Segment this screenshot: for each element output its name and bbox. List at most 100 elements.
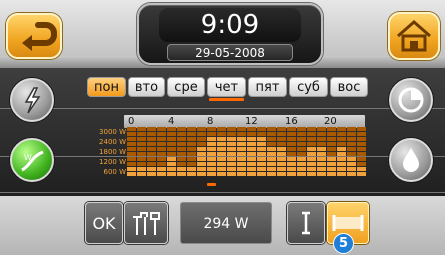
chart-cell[interactable] bbox=[207, 157, 216, 161]
chart-cell[interactable] bbox=[317, 157, 326, 161]
back-button[interactable] bbox=[6, 13, 62, 59]
chart-cell[interactable] bbox=[217, 137, 226, 141]
chart-cell[interactable] bbox=[157, 142, 166, 146]
chart-cell[interactable] bbox=[227, 137, 236, 141]
chart-cell[interactable] bbox=[327, 172, 336, 176]
day-tab-tue[interactable]: вто bbox=[128, 77, 165, 97]
chart-cell[interactable] bbox=[307, 152, 316, 156]
chart-cell[interactable] bbox=[157, 157, 166, 161]
chart-cell[interactable] bbox=[297, 167, 306, 171]
chart-cell[interactable] bbox=[287, 162, 296, 166]
chart-cell[interactable] bbox=[287, 137, 296, 141]
chart-cell[interactable] bbox=[197, 172, 206, 176]
chart-cell[interactable] bbox=[247, 127, 256, 131]
chart-cell[interactable] bbox=[327, 167, 336, 171]
chart-cell[interactable] bbox=[137, 137, 146, 141]
chart-cell[interactable] bbox=[277, 137, 286, 141]
chart-cell[interactable] bbox=[157, 137, 166, 141]
day-tab-fri[interactable]: пят bbox=[248, 77, 287, 97]
chart-cell[interactable] bbox=[357, 147, 366, 151]
chart-cell[interactable] bbox=[227, 157, 236, 161]
chart-cell[interactable] bbox=[187, 142, 196, 146]
chart-cell[interactable] bbox=[217, 142, 226, 146]
chart-cell[interactable] bbox=[217, 167, 226, 171]
chart-cell[interactable] bbox=[287, 132, 296, 136]
chart-cell[interactable] bbox=[257, 127, 266, 131]
chart-cell[interactable] bbox=[207, 142, 216, 146]
chart-cell[interactable] bbox=[187, 162, 196, 166]
chart-cell[interactable] bbox=[297, 127, 306, 131]
chart-cell[interactable] bbox=[327, 152, 336, 156]
chart-cell[interactable] bbox=[147, 137, 156, 141]
chart-cell[interactable] bbox=[297, 162, 306, 166]
chart-cell[interactable] bbox=[327, 132, 336, 136]
chart-cell[interactable] bbox=[307, 132, 316, 136]
chart-cell[interactable] bbox=[227, 127, 236, 131]
chart-cell[interactable] bbox=[167, 147, 176, 151]
chart-cell[interactable] bbox=[147, 162, 156, 166]
chart-cell[interactable] bbox=[207, 162, 216, 166]
chart-cell[interactable] bbox=[127, 137, 136, 141]
chart-cell[interactable] bbox=[137, 172, 146, 176]
chart-cell[interactable] bbox=[307, 172, 316, 176]
chart-cell[interactable] bbox=[297, 152, 306, 156]
chart-cell[interactable] bbox=[137, 152, 146, 156]
chart-cell[interactable] bbox=[167, 167, 176, 171]
chart-cell[interactable] bbox=[217, 157, 226, 161]
chart-cell[interactable] bbox=[327, 147, 336, 151]
chart-cell[interactable] bbox=[297, 147, 306, 151]
chart-cell[interactable] bbox=[217, 172, 226, 176]
chart-cell[interactable] bbox=[227, 172, 236, 176]
chart-cell[interactable] bbox=[237, 127, 246, 131]
chart-cell[interactable] bbox=[167, 142, 176, 146]
chart-cell[interactable] bbox=[317, 167, 326, 171]
chart-cell[interactable] bbox=[197, 142, 206, 146]
chart-cell[interactable] bbox=[127, 132, 136, 136]
chart-cell[interactable] bbox=[267, 162, 276, 166]
power-graph-button[interactable]: W bbox=[10, 138, 54, 182]
chart-cell[interactable] bbox=[207, 152, 216, 156]
chart-cell[interactable] bbox=[187, 127, 196, 131]
chart-cell[interactable] bbox=[317, 127, 326, 131]
chart-cell[interactable] bbox=[247, 152, 256, 156]
chart-cell[interactable] bbox=[287, 127, 296, 131]
chart-cell[interactable] bbox=[257, 172, 266, 176]
chart-cell[interactable] bbox=[237, 167, 246, 171]
chart-cell[interactable] bbox=[267, 132, 276, 136]
chart-cell[interactable] bbox=[307, 142, 316, 146]
chart-cell[interactable] bbox=[187, 167, 196, 171]
chart-cell[interactable] bbox=[337, 132, 346, 136]
chart-cell[interactable] bbox=[267, 152, 276, 156]
chart-cell[interactable] bbox=[167, 152, 176, 156]
chart-cell[interactable] bbox=[157, 147, 166, 151]
chart-cell[interactable] bbox=[177, 167, 186, 171]
chart-cell[interactable] bbox=[207, 147, 216, 151]
chart-cell[interactable] bbox=[217, 162, 226, 166]
chart-cell[interactable] bbox=[257, 142, 266, 146]
chart-cell[interactable] bbox=[217, 152, 226, 156]
chart-cell[interactable] bbox=[327, 162, 336, 166]
chart-cell[interactable] bbox=[237, 172, 246, 176]
chart-cell[interactable] bbox=[347, 167, 356, 171]
chart-cell[interactable] bbox=[137, 132, 146, 136]
chart-cell[interactable] bbox=[177, 127, 186, 131]
chart-cell[interactable] bbox=[337, 147, 346, 151]
statistics-button[interactable] bbox=[389, 78, 433, 122]
chart-cell[interactable] bbox=[357, 172, 366, 176]
chart-cell[interactable] bbox=[267, 167, 276, 171]
chart-cell[interactable] bbox=[257, 132, 266, 136]
chart-cell[interactable] bbox=[127, 142, 136, 146]
chart-cell[interactable] bbox=[347, 172, 356, 176]
chart-cell[interactable] bbox=[357, 157, 366, 161]
chart-cell[interactable] bbox=[227, 152, 236, 156]
chart-cell[interactable] bbox=[307, 162, 316, 166]
chart-cell[interactable] bbox=[357, 152, 366, 156]
chart-cell[interactable] bbox=[187, 137, 196, 141]
chart-cell[interactable] bbox=[137, 127, 146, 131]
chart-cell[interactable] bbox=[237, 152, 246, 156]
chart-cell[interactable] bbox=[347, 162, 356, 166]
chart-cell[interactable] bbox=[197, 157, 206, 161]
chart-cell[interactable] bbox=[247, 172, 256, 176]
chart-cell[interactable] bbox=[277, 157, 286, 161]
chart-cell[interactable] bbox=[207, 167, 216, 171]
